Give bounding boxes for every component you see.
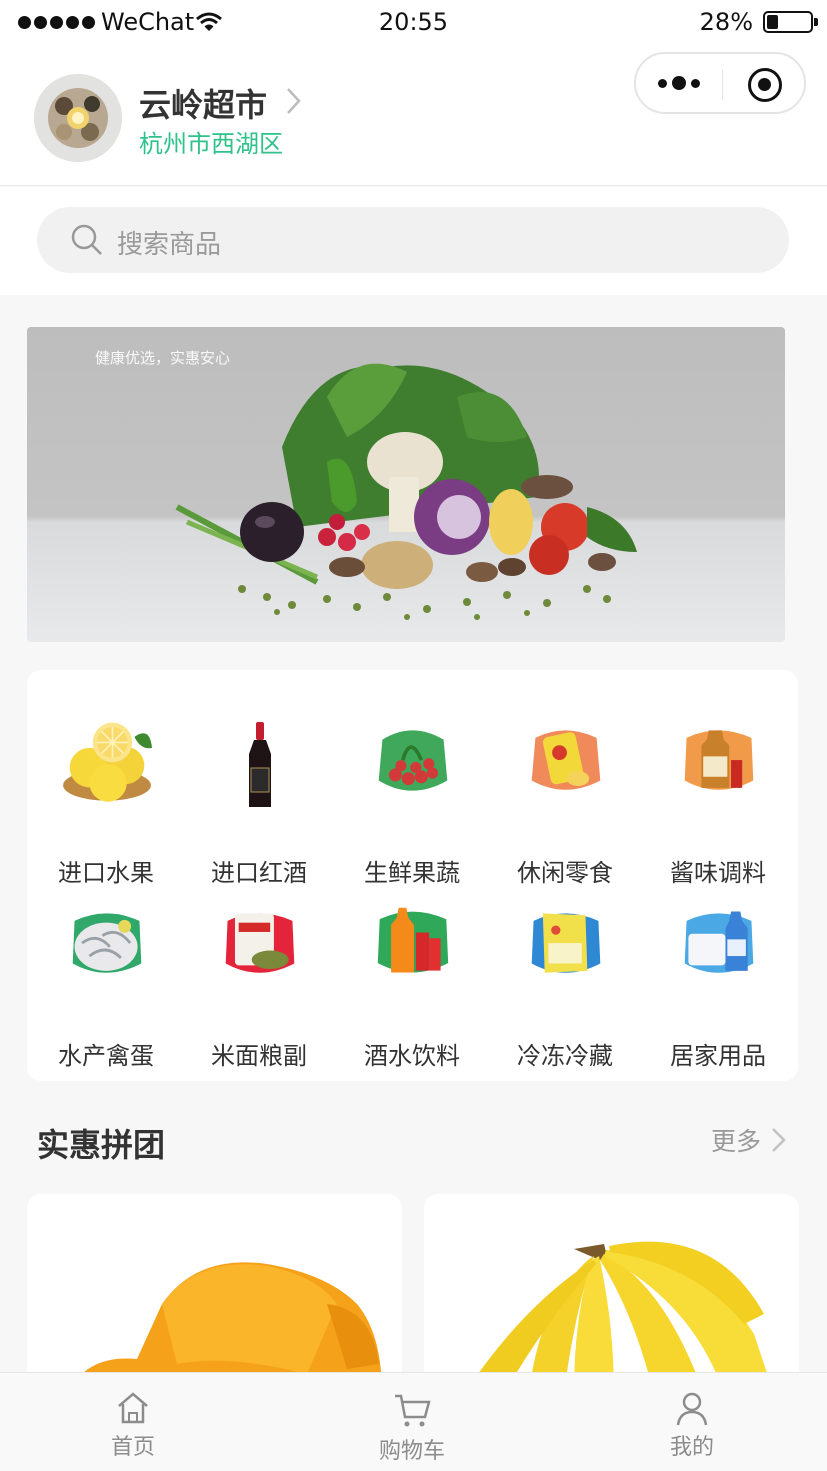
category-grid: 进口水果 进口红酒 生鲜果蔬 休闲零食 酱味调料 水产禽蛋 米面粮副 酒水饮料 …: [27, 670, 798, 1081]
tab-cart[interactable]: 购物车: [352, 1373, 472, 1471]
user-icon: [676, 1392, 708, 1426]
category-item[interactable]: 进口水果: [30, 697, 182, 887]
tab-profile[interactable]: 我的: [632, 1373, 752, 1471]
tab-label: 购物车: [378, 1439, 445, 1464]
drinks-icon: [377, 907, 449, 973]
store-location: 杭州市西湖区: [139, 130, 283, 158]
category-label: 米面粮副: [211, 1042, 307, 1070]
home-icon: [118, 1392, 148, 1424]
chevron-right-icon: [772, 1128, 786, 1152]
wine-bottle-icon: [249, 722, 271, 807]
product-image: [464, 1241, 774, 1394]
bottom-tab-bar: 首页 购物车 我的: [0, 1372, 827, 1471]
snacks-icon: [531, 730, 601, 790]
search-input[interactable]: 搜索商品: [37, 207, 789, 273]
battery-percent: 28%: [699, 8, 753, 36]
miniprogram-capsule: [634, 52, 806, 114]
category-item[interactable]: 休闲零食: [489, 697, 641, 887]
status-bar: WeChat 20:55 28%: [0, 0, 827, 44]
rice-bag-icon: [225, 913, 295, 973]
category-item[interactable]: 进口红酒: [183, 697, 335, 887]
capsule-divider: [722, 70, 723, 100]
more-menu-icon[interactable]: [658, 76, 700, 90]
household-icon: [684, 911, 754, 973]
promo-banner[interactable]: 健康优选，实惠安心: [27, 327, 785, 642]
chevron-right-icon[interactable]: [284, 86, 304, 116]
product-card[interactable]: [424, 1194, 799, 1394]
search-icon: [71, 224, 102, 255]
category-item[interactable]: 酒水饮料: [336, 880, 488, 1070]
tab-home[interactable]: 首页: [73, 1373, 193, 1471]
category-label: 冷冻冷藏: [517, 1042, 613, 1070]
category-item[interactable]: 酱味调料: [642, 697, 794, 887]
cart-icon: [395, 1394, 431, 1427]
condiments-icon: [684, 730, 754, 790]
category-label: 水产禽蛋: [58, 1042, 154, 1070]
product-card[interactable]: [27, 1194, 402, 1394]
shrimp-icon: [72, 913, 142, 973]
close-miniprogram-icon[interactable]: [748, 68, 782, 102]
tab-label: 首页: [110, 1435, 155, 1460]
battery-icon: [763, 11, 818, 33]
more-label: 更多: [711, 1127, 762, 1156]
store-name[interactable]: 云岭超市: [139, 80, 267, 126]
frozen-food-icon: [531, 913, 601, 973]
tab-label: 我的: [669, 1435, 714, 1460]
lemon-icon: [63, 722, 152, 802]
category-item[interactable]: 水产禽蛋: [30, 880, 182, 1070]
vegetables-icon: [378, 730, 448, 791]
category-item[interactable]: 居家用品: [642, 880, 794, 1070]
category-label: 酒水饮料: [364, 1042, 460, 1070]
store-avatar[interactable]: [34, 74, 122, 162]
search-section: 搜索商品: [0, 187, 827, 295]
category-item[interactable]: 米面粮副: [183, 880, 335, 1070]
section-title: 实惠拼团: [37, 1126, 166, 1164]
store-header: 云岭超市 杭州市西湖区: [0, 44, 827, 186]
category-item[interactable]: 冷冻冷藏: [489, 880, 641, 1070]
category-item[interactable]: 生鲜果蔬: [336, 697, 488, 887]
product-image: [67, 1262, 382, 1394]
vegetables-illustration: [175, 363, 637, 620]
section-more-link[interactable]: 更多: [711, 1122, 787, 1158]
search-placeholder: 搜索商品: [117, 230, 222, 260]
category-label: 居家用品: [670, 1042, 766, 1070]
